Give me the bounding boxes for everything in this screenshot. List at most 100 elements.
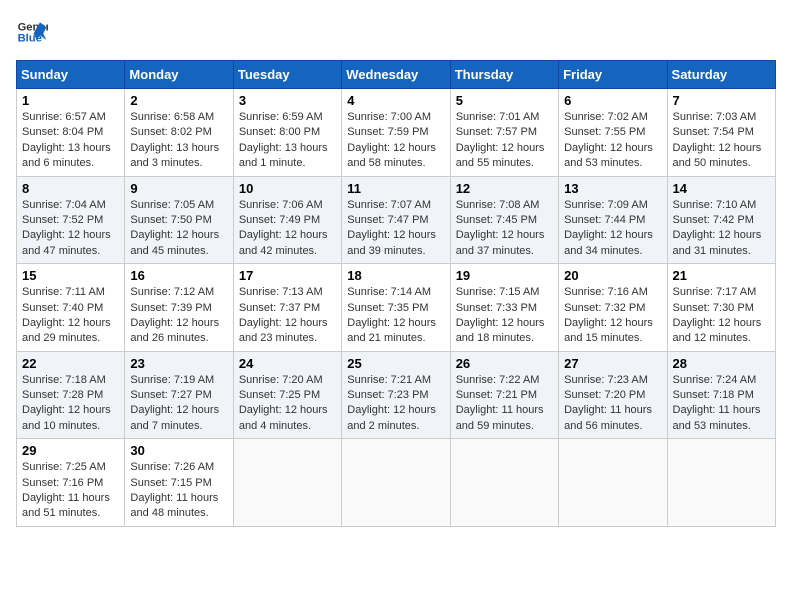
day-info: Sunrise: 6:58 AM Sunset: 8:02 PM Dayligh… bbox=[130, 110, 227, 172]
day-number: 24 bbox=[239, 356, 336, 371]
day-info: Sunrise: 7:25 AM Sunset: 7:16 PM Dayligh… bbox=[22, 460, 119, 522]
day-info: Sunrise: 7:22 AM Sunset: 7:21 PM Dayligh… bbox=[456, 373, 553, 435]
week-row-2: 8 Sunrise: 7:04 AM Sunset: 7:52 PM Daylig… bbox=[17, 176, 776, 264]
day-number: 14 bbox=[673, 181, 770, 196]
day-info: Sunrise: 7:04 AM Sunset: 7:52 PM Dayligh… bbox=[22, 198, 119, 260]
calendar-cell bbox=[667, 439, 775, 527]
day-number: 18 bbox=[347, 268, 444, 283]
day-info: Sunrise: 7:24 AM Sunset: 7:18 PM Dayligh… bbox=[673, 373, 770, 435]
header: General Blue bbox=[16, 16, 776, 48]
calendar-cell: 8 Sunrise: 7:04 AM Sunset: 7:52 PM Daylig… bbox=[17, 176, 125, 264]
day-info: Sunrise: 7:07 AM Sunset: 7:47 PM Dayligh… bbox=[347, 198, 444, 260]
header-friday: Friday bbox=[559, 61, 667, 89]
calendar-cell: 21 Sunrise: 7:17 AM Sunset: 7:30 PM Dayli… bbox=[667, 264, 775, 352]
logo: General Blue bbox=[16, 16, 48, 48]
calendar-cell: 1 Sunrise: 6:57 AM Sunset: 8:04 PM Daylig… bbox=[17, 89, 125, 177]
calendar-cell: 10 Sunrise: 7:06 AM Sunset: 7:49 PM Dayli… bbox=[233, 176, 341, 264]
day-info: Sunrise: 7:20 AM Sunset: 7:25 PM Dayligh… bbox=[239, 373, 336, 435]
day-info: Sunrise: 6:57 AM Sunset: 8:04 PM Dayligh… bbox=[22, 110, 119, 172]
calendar-cell: 24 Sunrise: 7:20 AM Sunset: 7:25 PM Dayli… bbox=[233, 351, 341, 439]
header-wednesday: Wednesday bbox=[342, 61, 450, 89]
day-number: 16 bbox=[130, 268, 227, 283]
day-number: 21 bbox=[673, 268, 770, 283]
day-number: 22 bbox=[22, 356, 119, 371]
calendar-header-row: SundayMondayTuesdayWednesdayThursdayFrid… bbox=[17, 61, 776, 89]
day-info: Sunrise: 7:05 AM Sunset: 7:50 PM Dayligh… bbox=[130, 198, 227, 260]
header-monday: Monday bbox=[125, 61, 233, 89]
day-number: 13 bbox=[564, 181, 661, 196]
calendar-cell: 22 Sunrise: 7:18 AM Sunset: 7:28 PM Dayli… bbox=[17, 351, 125, 439]
calendar-cell: 5 Sunrise: 7:01 AM Sunset: 7:57 PM Daylig… bbox=[450, 89, 558, 177]
calendar-cell: 17Sunrise: 7:13 AM Sunset: 7:37 PM Dayli… bbox=[233, 264, 341, 352]
header-thursday: Thursday bbox=[450, 61, 558, 89]
calendar-cell bbox=[233, 439, 341, 527]
day-info: Sunrise: 7:18 AM Sunset: 7:28 PM Dayligh… bbox=[22, 373, 119, 435]
day-info: Sunrise: 7:03 AM Sunset: 7:54 PM Dayligh… bbox=[673, 110, 770, 172]
calendar-cell: 9 Sunrise: 7:05 AM Sunset: 7:50 PM Daylig… bbox=[125, 176, 233, 264]
week-row-3: 15 Sunrise: 7:11 AM Sunset: 7:40 PM Dayli… bbox=[17, 264, 776, 352]
day-info: Sunrise: 7:01 AM Sunset: 7:57 PM Dayligh… bbox=[456, 110, 553, 172]
day-number: 27 bbox=[564, 356, 661, 371]
calendar-cell: 26 Sunrise: 7:22 AM Sunset: 7:21 PM Dayli… bbox=[450, 351, 558, 439]
calendar-cell: 4Sunrise: 7:00 AM Sunset: 7:59 PM Daylig… bbox=[342, 89, 450, 177]
calendar-cell: 14 Sunrise: 7:10 AM Sunset: 7:42 PM Dayli… bbox=[667, 176, 775, 264]
calendar-cell: 12Sunrise: 7:08 AM Sunset: 7:45 PM Dayli… bbox=[450, 176, 558, 264]
day-info: Sunrise: 7:26 AM Sunset: 7:15 PM Dayligh… bbox=[130, 460, 227, 522]
header-tuesday: Tuesday bbox=[233, 61, 341, 89]
header-sunday: Sunday bbox=[17, 61, 125, 89]
day-number: 6 bbox=[564, 93, 661, 108]
day-number: 10 bbox=[239, 181, 336, 196]
day-number: 3 bbox=[239, 93, 336, 108]
calendar-cell: 13Sunrise: 7:09 AM Sunset: 7:44 PM Dayli… bbox=[559, 176, 667, 264]
day-number: 29 bbox=[22, 443, 119, 458]
calendar-cell: 28 Sunrise: 7:24 AM Sunset: 7:18 PM Dayli… bbox=[667, 351, 775, 439]
day-number: 8 bbox=[22, 181, 119, 196]
calendar-cell: 6 Sunrise: 7:02 AM Sunset: 7:55 PM Daylig… bbox=[559, 89, 667, 177]
week-row-4: 22 Sunrise: 7:18 AM Sunset: 7:28 PM Dayli… bbox=[17, 351, 776, 439]
calendar-cell: 2 Sunrise: 6:58 AM Sunset: 8:02 PM Daylig… bbox=[125, 89, 233, 177]
day-info: Sunrise: 7:06 AM Sunset: 7:49 PM Dayligh… bbox=[239, 198, 336, 260]
calendar-cell: 7 Sunrise: 7:03 AM Sunset: 7:54 PM Daylig… bbox=[667, 89, 775, 177]
calendar: SundayMondayTuesdayWednesdayThursdayFrid… bbox=[16, 60, 776, 527]
logo-icon: General Blue bbox=[16, 16, 48, 48]
day-info: Sunrise: 7:17 AM Sunset: 7:30 PM Dayligh… bbox=[673, 285, 770, 347]
week-row-5: 29 Sunrise: 7:25 AM Sunset: 7:16 PM Dayli… bbox=[17, 439, 776, 527]
calendar-cell: 3 Sunrise: 6:59 AM Sunset: 8:00 PM Daylig… bbox=[233, 89, 341, 177]
day-info: Sunrise: 7:14 AM Sunset: 7:35 PM Dayligh… bbox=[347, 285, 444, 347]
calendar-cell bbox=[559, 439, 667, 527]
day-number: 25 bbox=[347, 356, 444, 371]
calendar-cell: 18 Sunrise: 7:14 AM Sunset: 7:35 PM Dayli… bbox=[342, 264, 450, 352]
day-number: 15 bbox=[22, 268, 119, 283]
calendar-cell: 19Sunrise: 7:15 AM Sunset: 7:33 PM Dayli… bbox=[450, 264, 558, 352]
calendar-cell: 25 Sunrise: 7:21 AM Sunset: 7:23 PM Dayli… bbox=[342, 351, 450, 439]
day-number: 2 bbox=[130, 93, 227, 108]
day-number: 23 bbox=[130, 356, 227, 371]
day-info: Sunrise: 7:21 AM Sunset: 7:23 PM Dayligh… bbox=[347, 373, 444, 435]
day-info: Sunrise: 7:11 AM Sunset: 7:40 PM Dayligh… bbox=[22, 285, 119, 347]
day-info: Sunrise: 7:00 AM Sunset: 7:59 PM Dayligh… bbox=[347, 110, 444, 172]
calendar-cell bbox=[450, 439, 558, 527]
day-number: 26 bbox=[456, 356, 553, 371]
day-info: Sunrise: 7:10 AM Sunset: 7:42 PM Dayligh… bbox=[673, 198, 770, 260]
day-number: 11 bbox=[347, 181, 444, 196]
day-number: 30 bbox=[130, 443, 227, 458]
day-info: Sunrise: 7:02 AM Sunset: 7:55 PM Dayligh… bbox=[564, 110, 661, 172]
day-info: Sunrise: 7:15 AM Sunset: 7:33 PM Dayligh… bbox=[456, 285, 553, 347]
calendar-cell: 27Sunrise: 7:23 AM Sunset: 7:20 PM Dayli… bbox=[559, 351, 667, 439]
day-number: 20 bbox=[564, 268, 661, 283]
calendar-cell: 16Sunrise: 7:12 AM Sunset: 7:39 PM Dayli… bbox=[125, 264, 233, 352]
day-number: 28 bbox=[673, 356, 770, 371]
header-saturday: Saturday bbox=[667, 61, 775, 89]
day-info: Sunrise: 7:08 AM Sunset: 7:45 PM Dayligh… bbox=[456, 198, 553, 260]
day-number: 9 bbox=[130, 181, 227, 196]
day-info: Sunrise: 7:16 AM Sunset: 7:32 PM Dayligh… bbox=[564, 285, 661, 347]
calendar-cell: 20 Sunrise: 7:16 AM Sunset: 7:32 PM Dayli… bbox=[559, 264, 667, 352]
calendar-cell: 29 Sunrise: 7:25 AM Sunset: 7:16 PM Dayli… bbox=[17, 439, 125, 527]
calendar-cell: 15 Sunrise: 7:11 AM Sunset: 7:40 PM Dayli… bbox=[17, 264, 125, 352]
week-row-1: 1 Sunrise: 6:57 AM Sunset: 8:04 PM Daylig… bbox=[17, 89, 776, 177]
day-info: Sunrise: 6:59 AM Sunset: 8:00 PM Dayligh… bbox=[239, 110, 336, 172]
day-number: 1 bbox=[22, 93, 119, 108]
day-number: 5 bbox=[456, 93, 553, 108]
calendar-cell: 11 Sunrise: 7:07 AM Sunset: 7:47 PM Dayli… bbox=[342, 176, 450, 264]
day-number: 7 bbox=[673, 93, 770, 108]
